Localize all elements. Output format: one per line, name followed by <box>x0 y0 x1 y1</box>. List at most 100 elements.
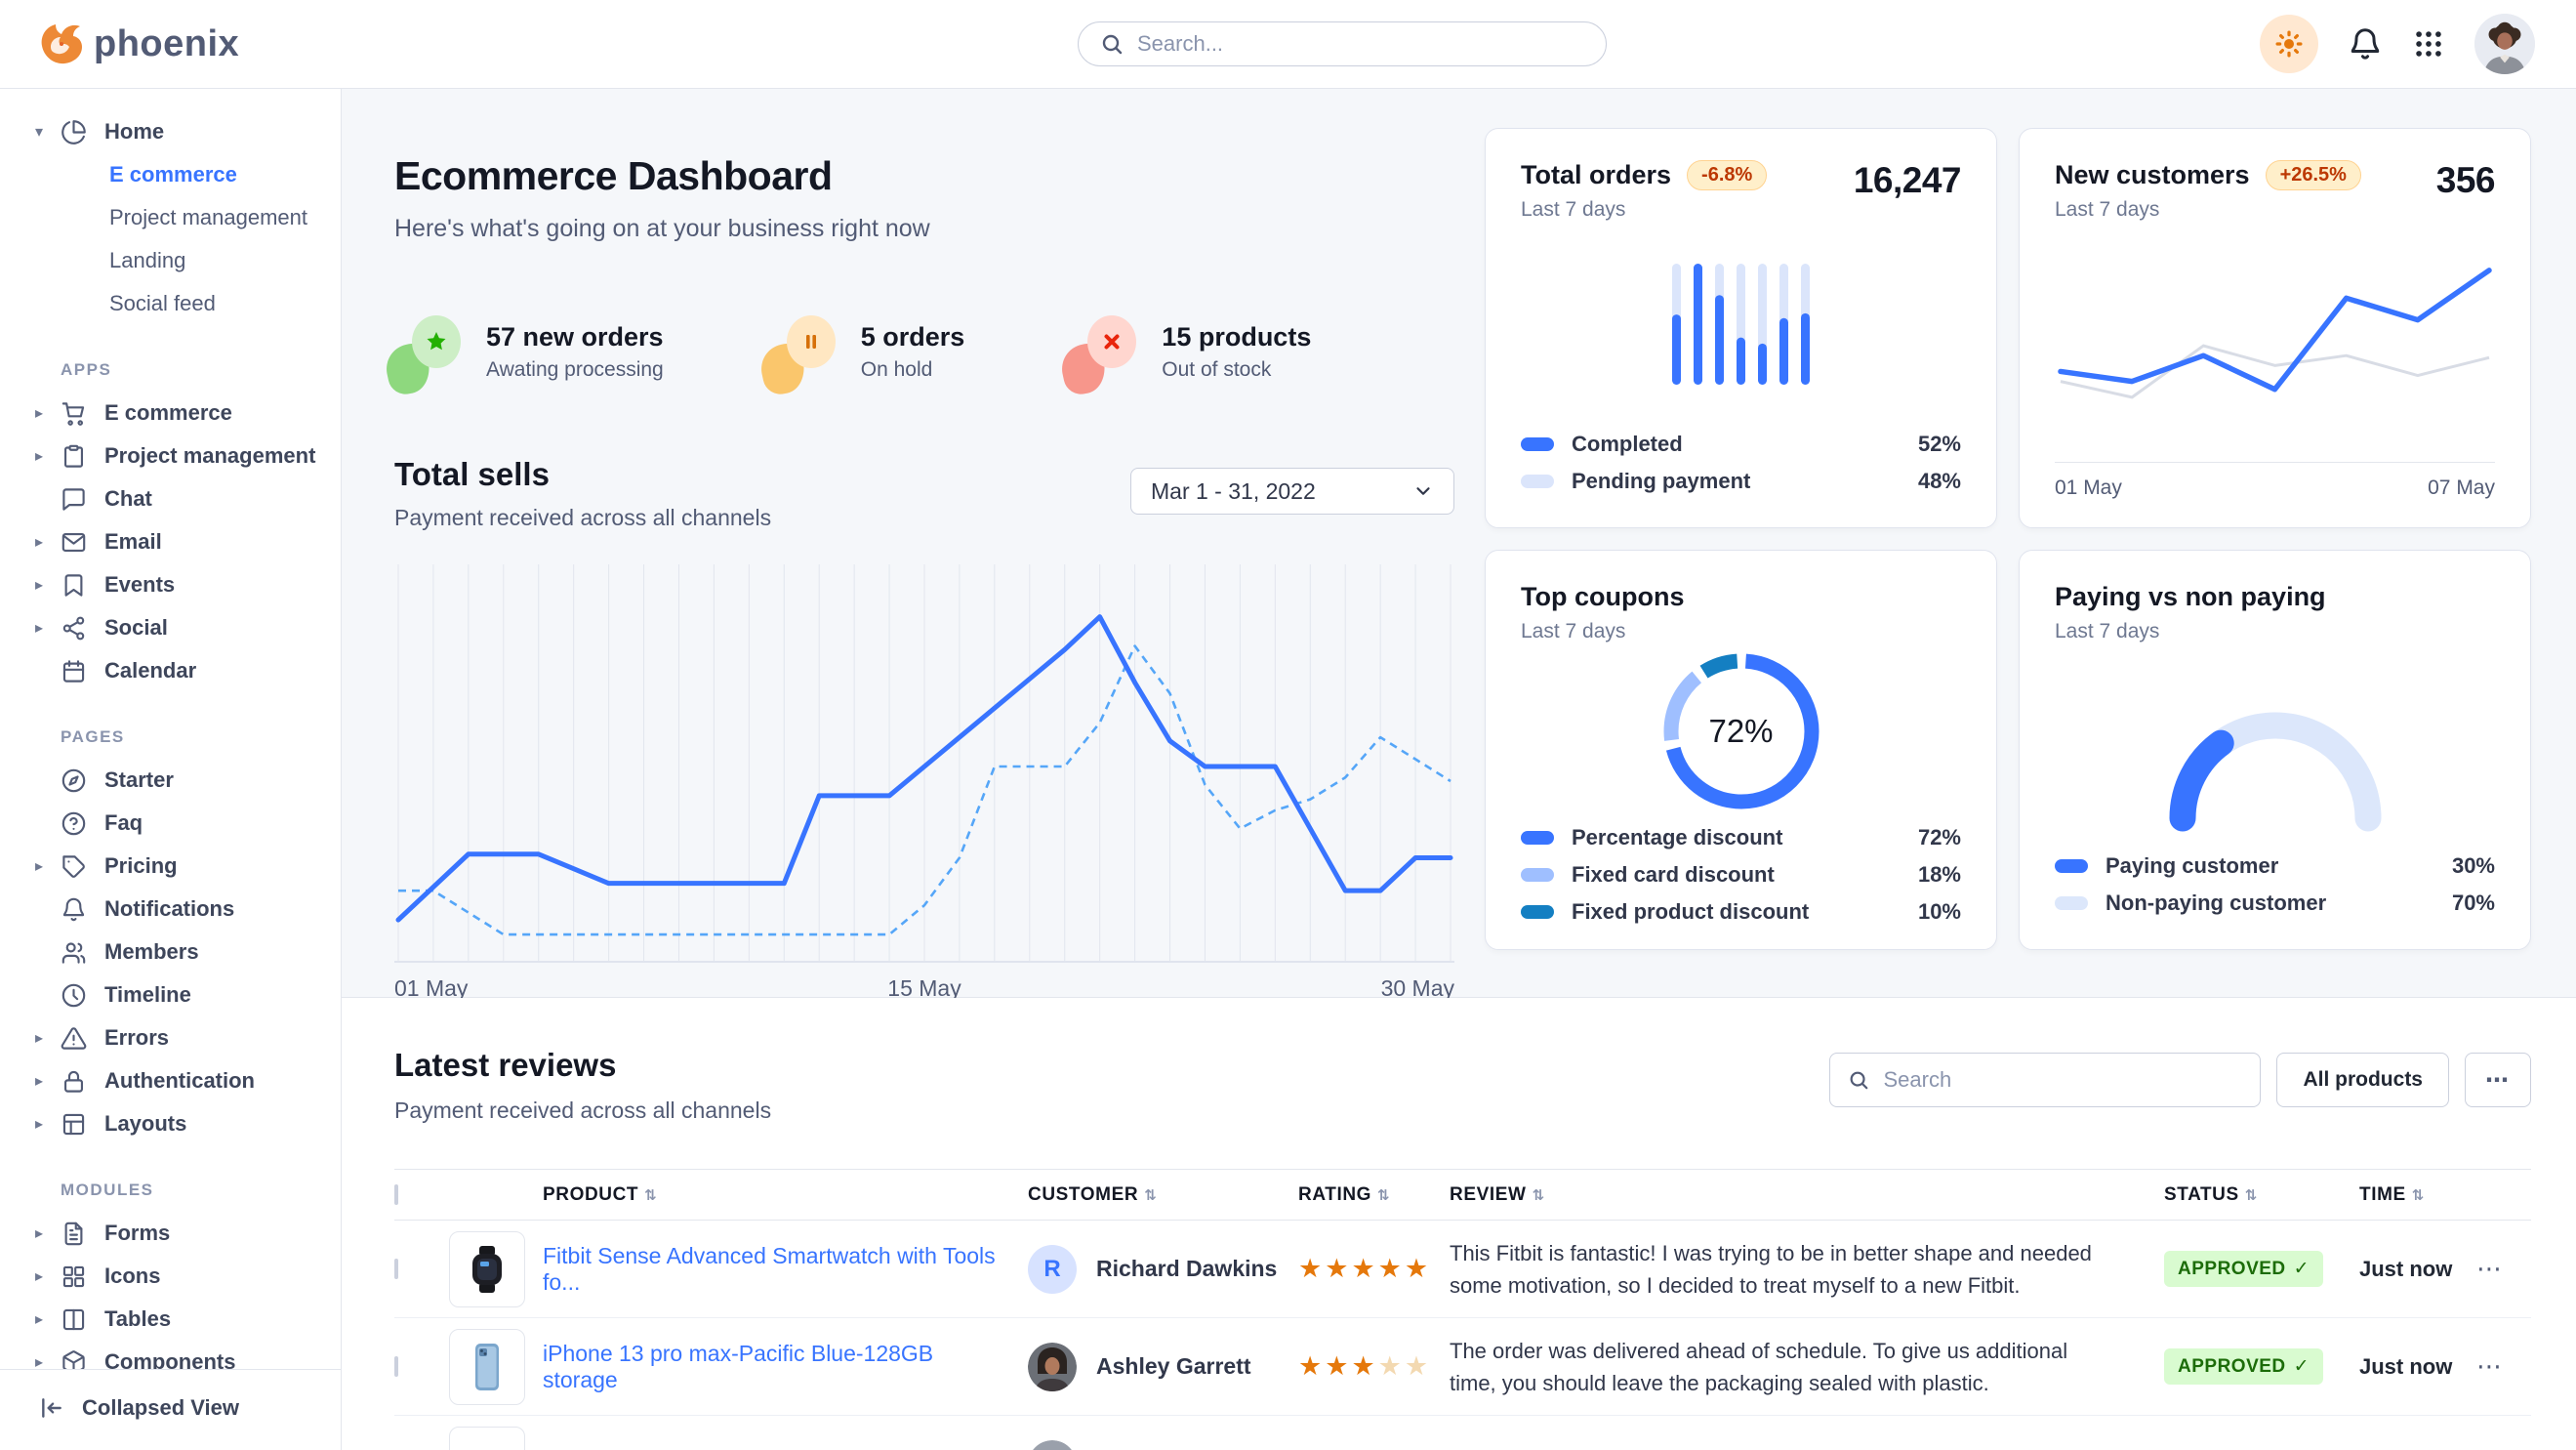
sidebar-item-icons[interactable]: ▸Icons <box>0 1255 341 1298</box>
legend-value: 48% <box>1918 469 1961 494</box>
column-header-product[interactable]: PRODUCT⇅ <box>543 1184 1028 1206</box>
sidebar: ▾HomeE commerceProject managementLanding… <box>0 89 342 1450</box>
caret-down-icon: ▾ <box>35 122 61 142</box>
brand-logo[interactable]: phoenix <box>37 23 239 65</box>
reviews-search-input[interactable] <box>1883 1067 2242 1093</box>
sidebar-item-starter[interactable]: Starter <box>0 759 341 802</box>
product-thumbnail[interactable] <box>449 1231 525 1307</box>
column-header-customer[interactable]: CUSTOMER⇅ <box>1028 1184 1298 1206</box>
sidebar-item-home[interactable]: ▾Home <box>0 110 341 153</box>
total-orders-card: Total orders -6.8% Last 7 days 16,247 Co… <box>1485 128 1997 528</box>
sidebar-item-faq[interactable]: Faq <box>0 802 341 845</box>
row-checkbox[interactable] <box>394 1259 398 1279</box>
sidebar-subitem-e-commerce[interactable]: E commerce <box>0 153 341 196</box>
review-time: Just now <box>2359 1354 2452 1379</box>
select-all-checkbox[interactable] <box>394 1184 398 1205</box>
caret-right-icon: ▸ <box>35 1028 61 1048</box>
legend-swatch <box>2055 896 2088 910</box>
sidebar-item-social[interactable]: ▸Social <box>0 606 341 649</box>
customer-avatar: R <box>1028 1245 1077 1294</box>
card-period: Last 7 days <box>2055 620 2326 643</box>
rating-stars: ★★★★★ <box>1298 1254 1431 1283</box>
sidebar-item-pricing[interactable]: ▸Pricing <box>0 845 341 888</box>
new-customers-card: New customers +26.5% Last 7 days 356 01 … <box>2019 128 2531 528</box>
row-checkbox[interactable] <box>394 1356 398 1377</box>
sidebar-item-project-management[interactable]: ▸Project management <box>0 435 341 477</box>
sort-icon: ⇅ <box>2245 1186 2258 1204</box>
sidebar-subitem-landing[interactable]: Landing <box>0 239 341 282</box>
donut-center-label: 72% <box>1654 643 1829 819</box>
legend-value: 10% <box>1918 899 1961 925</box>
clipboard-icon <box>61 443 87 470</box>
sidebar-subitem-social-feed[interactable]: Social feed <box>0 282 341 325</box>
legend-swatch <box>2055 859 2088 873</box>
sidebar-item-members[interactable]: Members <box>0 931 341 974</box>
message-icon <box>61 486 87 513</box>
all-products-button[interactable]: All products <box>2276 1053 2449 1107</box>
reviews-search[interactable] <box>1829 1053 2261 1107</box>
shopping-cart-icon <box>61 400 87 427</box>
product-link[interactable]: Fitbit Sense Advanced Smartwatch with To… <box>543 1243 996 1295</box>
kpi-cards-grid: Total orders -6.8% Last 7 days 16,247 Co… <box>1485 128 2531 997</box>
brand-name: phoenix <box>94 23 239 65</box>
user-avatar[interactable] <box>2474 14 2535 74</box>
stat-icon-pause <box>769 319 834 384</box>
sidebar-item-errors[interactable]: ▸Errors <box>0 1016 341 1059</box>
more-options-button[interactable]: ⋯ <box>2465 1053 2531 1107</box>
apps-menu-button[interactable] <box>2412 27 2445 61</box>
latest-reviews-section: Latest reviews Payment received across a… <box>342 998 2576 1450</box>
column-header-status[interactable]: STATUS⇅ <box>2164 1184 2359 1206</box>
column-header-rating[interactable]: RATING⇅ <box>1298 1184 1450 1206</box>
column-label: REVIEW <box>1450 1184 1527 1206</box>
sidebar-item-tables[interactable]: ▸Tables <box>0 1298 341 1341</box>
product-link[interactable]: iPhone 13 pro max-Pacific Blue-128GB sto… <box>543 1341 933 1392</box>
sidebar-item-chat[interactable]: Chat <box>0 477 341 520</box>
sidebar-item-events[interactable]: ▸Events <box>0 563 341 606</box>
legend-swatch <box>1521 475 1554 488</box>
legend-row: Paying customer30% <box>2055 848 2495 885</box>
global-search[interactable] <box>1078 21 1607 66</box>
columns-icon <box>61 1306 87 1333</box>
date-range-select[interactable]: Mar 1 - 31, 2022 <box>1130 468 1454 515</box>
theme-toggle-button[interactable] <box>2260 15 2318 73</box>
phoenix-logo-icon <box>37 23 82 64</box>
stat-value: 5 orders <box>861 322 965 352</box>
legend-value: 72% <box>1918 825 1961 850</box>
customer-avatar <box>1028 1440 1077 1450</box>
sidebar-item-timeline[interactable]: Timeline <box>0 974 341 1016</box>
global-search-input[interactable] <box>1137 31 1584 57</box>
row-more-button[interactable]: ⋯ <box>2476 1254 2503 1283</box>
file-text-icon <box>61 1221 87 1247</box>
sidebar-item-authentication[interactable]: ▸Authentication <box>0 1059 341 1102</box>
users-icon <box>61 939 87 966</box>
chevron-down-icon <box>1412 480 1434 502</box>
column-header-review[interactable]: REVIEW⇅ <box>1450 1184 2164 1206</box>
bell-icon <box>61 896 87 923</box>
row-more-button[interactable]: ⋯ <box>2476 1351 2503 1381</box>
sidebar-subitem-project-management[interactable]: Project management <box>0 196 341 239</box>
table-row <box>394 1416 2531 1450</box>
orders-bar-chart <box>1672 264 1810 385</box>
new-customers-axis: 01 May 07 May <box>2055 462 2495 500</box>
sidebar-item-notifications[interactable]: Notifications <box>0 888 341 931</box>
sidebar-item-calendar[interactable]: Calendar <box>0 649 341 692</box>
share-icon <box>61 615 87 642</box>
notifications-button[interactable] <box>2348 26 2383 62</box>
sidebar-item-email[interactable]: ▸Email <box>0 520 341 563</box>
legend-label: Fixed card discount <box>1572 862 1775 888</box>
sidebar-item-e-commerce[interactable]: ▸E commerce <box>0 392 341 435</box>
sidebar-item-components[interactable]: ▸Components <box>0 1341 341 1369</box>
bell-icon <box>2348 26 2383 62</box>
stat-sublabel: On hold <box>861 358 965 382</box>
product-thumbnail[interactable] <box>449 1329 525 1405</box>
column-header-time[interactable]: TIME⇅ <box>2359 1184 2476 1206</box>
top-actions <box>2260 14 2535 74</box>
sidebar-item-forms[interactable]: ▸Forms <box>0 1212 341 1255</box>
card-title: Total orders <box>1521 160 1671 190</box>
sidebar-item-layouts[interactable]: ▸Layouts <box>0 1102 341 1145</box>
stat-value: 15 products <box>1162 322 1311 352</box>
product-thumbnail[interactable] <box>449 1427 525 1450</box>
bubble-shape <box>1087 315 1136 368</box>
collapse-sidebar-button[interactable]: Collapsed View <box>39 1395 341 1421</box>
legend-label: Percentage discount <box>1572 825 1782 850</box>
